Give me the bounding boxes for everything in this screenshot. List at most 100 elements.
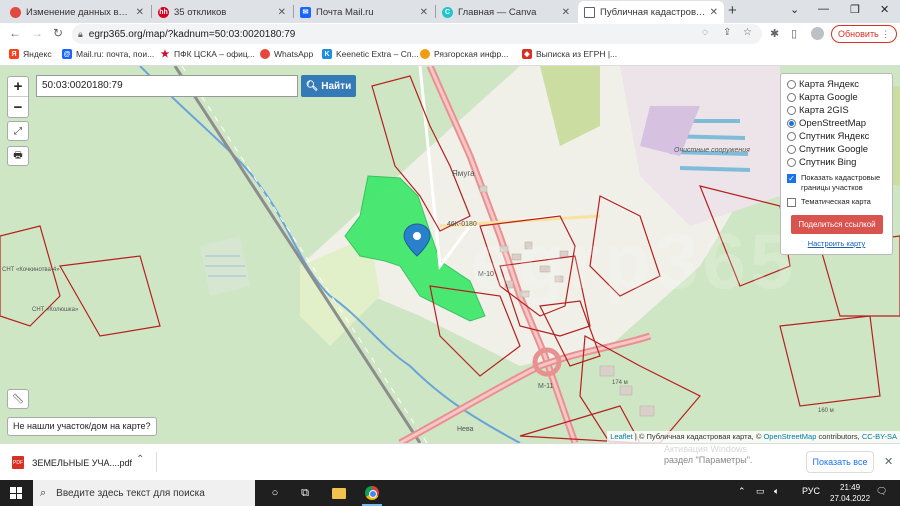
bookmark-egrn[interactable]: ◆ Выписка из ЕГРН |...	[522, 49, 617, 59]
zoom-in-button[interactable]: +	[8, 77, 28, 97]
update-label: Обновить	[838, 29, 879, 39]
avatar[interactable]	[811, 27, 824, 40]
task-view-icon[interactable]: ⧉	[298, 486, 312, 500]
clock-time: 21:49	[840, 483, 861, 492]
tab-4[interactable]: C Главная — Canva ✕	[436, 1, 576, 23]
volume-icon[interactable]: 🔈︎	[774, 486, 779, 497]
snt-label-1: СНТ «Кочкинотва-4»	[2, 267, 60, 273]
bookmark-mailru[interactable]: @ Mail.ru: почта, пои...	[62, 49, 154, 59]
file-explorer-icon[interactable]	[332, 488, 346, 499]
bookmark-cska[interactable]: ★ ПФК ЦСКА – офиц...	[160, 48, 255, 60]
cortana-icon[interactable]: ○	[268, 486, 282, 500]
share-icon[interactable]: ⇪	[723, 27, 731, 38]
elevation-label-1: 174 м	[612, 380, 628, 386]
opera-icon	[10, 6, 21, 18]
bookmark-keenetic[interactable]: K Keenetic Extra – Сп...	[322, 49, 419, 59]
search-button[interactable]: 🔍︎ Найти	[301, 75, 356, 97]
radio-icon	[787, 158, 796, 167]
tab-title: Изменение данных владел...	[26, 6, 132, 18]
download-item[interactable]: PDF ЗЕМЕЛЬНЫЕ УЧА....pdf	[12, 456, 132, 469]
elevation-label-2: 160 м	[818, 408, 834, 414]
taskbar-search[interactable]: ⌕ Введите здесь текст для поиска	[33, 480, 255, 506]
layer-option[interactable]: Карта 2GIS	[787, 104, 886, 117]
bookmark-whatsapp[interactable]: WhatsApp	[260, 49, 313, 59]
layer-option[interactable]: Спутник Bing	[787, 156, 886, 169]
download-filename: ЗЕМЕЛЬНЫЕ УЧА....pdf	[32, 457, 132, 468]
page-icon	[584, 6, 595, 18]
chrome-icon[interactable]	[365, 486, 379, 500]
thematic-map-checkbox[interactable]: Тематическая карта	[787, 197, 886, 207]
back-icon[interactable]: ←	[9, 26, 21, 40]
reload-icon[interactable]: ↻	[53, 26, 63, 40]
windows-start-icon[interactable]	[10, 487, 22, 499]
bookmark-label: ПФК ЦСКА – офиц...	[174, 49, 255, 59]
tab-1[interactable]: Изменение данных владел... ✕	[4, 1, 150, 23]
share-link-button[interactable]: Поделиться ссылкой	[791, 215, 883, 234]
forward-icon[interactable]: →	[31, 26, 43, 40]
tab-search-icon[interactable]: ⌄	[790, 3, 799, 16]
close-window-icon[interactable]: ✕	[880, 3, 889, 16]
attribution-text: | © Публичная кадастровая карта, ©	[632, 432, 764, 441]
print-button[interactable]: 🖶︎	[7, 146, 29, 166]
chevron-up-tray-icon[interactable]: ⌃	[738, 486, 746, 497]
map-canvas[interactable]: Ямуга 46К-0180 М-10 М-11 Нева Очистные с…	[0, 66, 900, 443]
close-tab-icon[interactable]: ✕	[562, 7, 570, 18]
tab-5-active[interactable]: Публичная кадастровая ка... ✕	[578, 1, 724, 23]
close-tab-icon[interactable]: ✕	[420, 7, 428, 18]
close-tab-icon[interactable]: ✕	[136, 7, 144, 18]
sidebar-icon[interactable]: ▯	[791, 27, 797, 40]
zoom-out-button[interactable]: −	[8, 97, 28, 117]
show-boundaries-checkbox[interactable]: ✓ Показать кадастровые границы участков	[787, 173, 886, 193]
layer-option[interactable]: Карта Google	[787, 91, 886, 104]
ruler-button[interactable]: 📏︎	[7, 389, 29, 409]
network-icon[interactable]: ▭	[756, 486, 765, 497]
tab-2[interactable]: hh 35 откликов ✕	[152, 1, 292, 23]
new-tab-icon[interactable]: +	[728, 2, 737, 19]
layer-label: Карта Google	[799, 92, 858, 103]
bookmark-yandex[interactable]: Я Яндекс	[9, 49, 52, 59]
configure-map-link[interactable]: Настроить карту	[787, 239, 886, 248]
layer-option[interactable]: Спутник Google	[787, 143, 886, 156]
fullscreen-button[interactable]: ⤢	[7, 121, 29, 141]
bookmark-label: Mail.ru: почта, пои...	[76, 49, 155, 59]
close-tab-icon[interactable]: ✕	[710, 7, 718, 18]
restore-icon[interactable]: ❐	[850, 3, 860, 16]
bookmark-label: Выписка из ЕГРН |...	[536, 49, 618, 59]
layer-option[interactable]: Карта Яндекс	[787, 78, 886, 91]
layer-switcher: Карта Яндекс Карта Google Карта 2GIS Ope…	[780, 73, 893, 255]
clock[interactable]: 21:49 27.04.2022	[830, 482, 870, 504]
search-icon: 🔍︎	[305, 80, 319, 92]
layer-option-selected[interactable]: OpenStreetMap	[787, 117, 886, 130]
close-download-icon[interactable]: ✕	[884, 455, 893, 468]
cc-link[interactable]: CC-BY-SA	[862, 432, 897, 441]
cadastral-search-input[interactable]: 50:03:0020180:79	[36, 75, 298, 97]
osm-link[interactable]: OpenStreetMap	[763, 432, 816, 441]
tab-title: 35 откликов	[174, 6, 227, 18]
map-attribution: Leaflet | © Публичная кадастровая карта,…	[607, 431, 900, 443]
not-found-button[interactable]: Не нашли участок/дом на карте?	[7, 417, 157, 436]
checkbox-label: Тематическая карта	[801, 197, 871, 206]
language-indicator[interactable]: РУС	[802, 486, 820, 496]
leaflet-link[interactable]: Leaflet	[610, 432, 633, 441]
star-icon: ★	[160, 48, 170, 60]
update-button[interactable]: Обновить ⋮	[831, 25, 898, 43]
lock-icon[interactable]: 🔒︎	[78, 29, 83, 40]
radio-icon	[787, 93, 796, 102]
bookmark-ryazgor[interactable]: Рязгорская инфр...	[420, 49, 508, 59]
layer-label: Спутник Яндекс	[799, 131, 870, 142]
show-all-button[interactable]: Показать все	[806, 451, 874, 473]
layer-option[interactable]: Спутник Яндекс	[787, 130, 886, 143]
eye-off-icon[interactable]: ◌	[702, 27, 708, 38]
ryazgor-icon	[420, 49, 430, 59]
notifications-icon[interactable]: 🗨︎	[876, 486, 887, 497]
address-bar[interactable]: 🔒︎ egrp365.org/map/?kadnum=50:03:0020180…	[72, 24, 762, 44]
extensions-icon[interactable]: ✱	[770, 27, 779, 40]
close-tab-icon[interactable]: ✕	[278, 7, 286, 18]
taskbar-search-placeholder: Введите здесь текст для поиска	[56, 487, 205, 499]
layer-label: Карта Яндекс	[799, 79, 860, 90]
bookmark-star-icon[interactable]: ☆	[743, 27, 752, 38]
chevron-up-icon[interactable]: ⌃	[136, 454, 144, 465]
tab-3[interactable]: ✉ Почта Mail.ru ✕	[294, 1, 434, 23]
whatsapp-icon	[260, 49, 270, 59]
minimize-icon[interactable]: —	[818, 3, 829, 15]
